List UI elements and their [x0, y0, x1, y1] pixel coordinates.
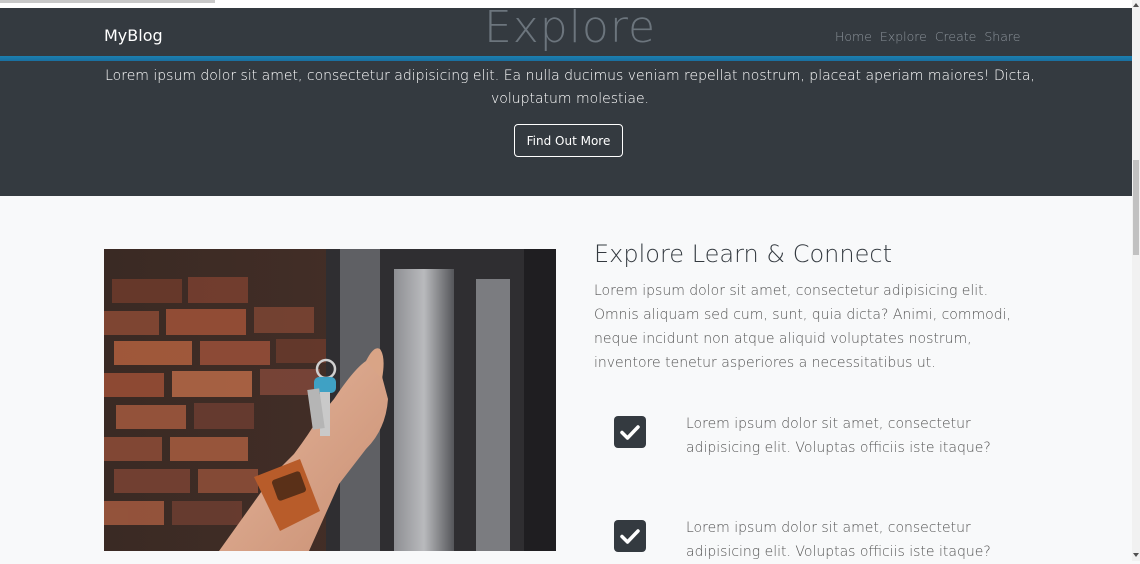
feature-text: Lorem ipsum dolor sit amet, consectetur …: [686, 520, 991, 560]
check-square-icon: [614, 416, 646, 448]
section-text: Lorem ipsum dolor sit amet, consectetur …: [594, 283, 1011, 371]
feature-text: Lorem ipsum dolor sit amet, consectetur …: [686, 416, 991, 456]
nav-link-create[interactable]: Create: [935, 29, 977, 44]
scroll-down-arrow-icon[interactable]: [1133, 553, 1139, 557]
navbar-accent-line: [0, 56, 1132, 61]
hand-holding-keys-photo: [104, 249, 556, 551]
section-title: Explore Learn & Connect: [594, 240, 892, 268]
nav-link-explore[interactable]: Explore: [880, 29, 927, 44]
navbar: MyBlog Explore Home Explore Create Share: [0, 2, 1132, 56]
hero-text: Lorem ipsum dolor sit amet, consectetur …: [105, 68, 1035, 107]
hero-section: MyBlog Explore Home Explore Create Share…: [0, 2, 1132, 196]
hero-title: Explore: [483, 2, 657, 53]
nav-link-share[interactable]: Share: [984, 29, 1020, 44]
scroll-thumb[interactable]: [1133, 160, 1139, 255]
nav-link-home[interactable]: Home: [835, 29, 872, 44]
scroll-up-arrow-icon[interactable]: [1133, 3, 1139, 7]
nav-links: Home Explore Create Share: [835, 29, 1020, 44]
find-out-more-button[interactable]: Find Out More: [514, 124, 623, 157]
check-square-icon: [614, 520, 646, 552]
scrollbar[interactable]: [1132, 0, 1140, 561]
